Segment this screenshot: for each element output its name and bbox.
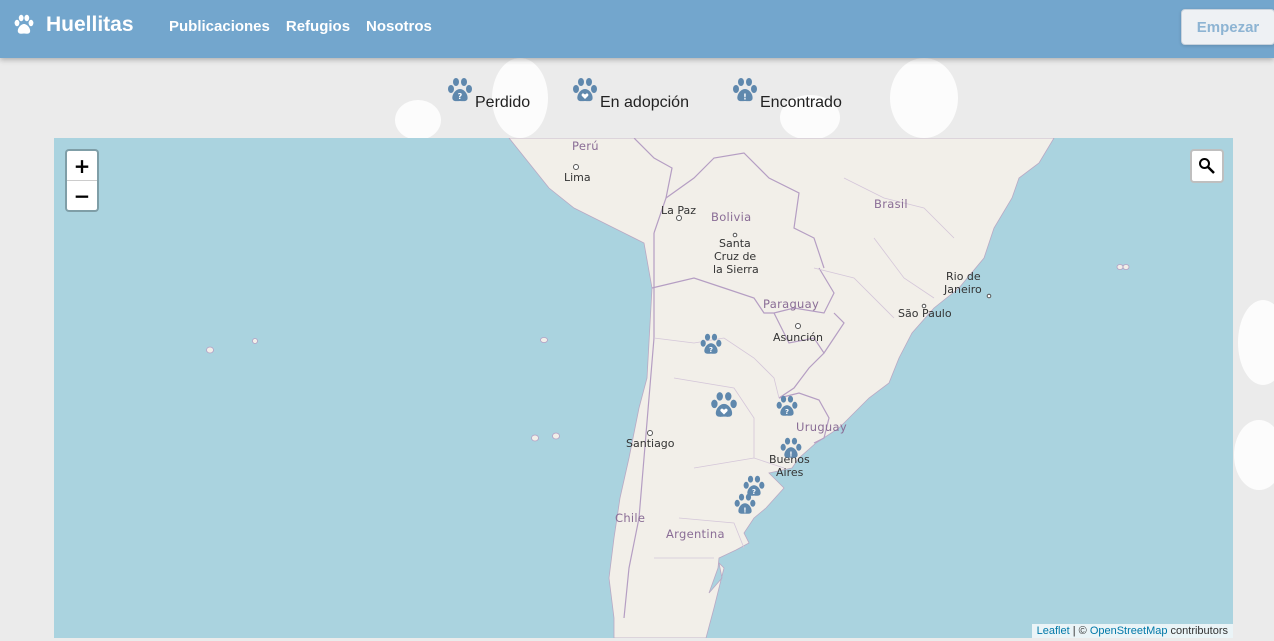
map-label-asuncion: Asunción [773,331,824,344]
magnifier-icon [1199,158,1215,174]
legend-item-en-adopcion: En adopción [570,78,689,112]
map-label-rio-line2: Janeiro [944,283,982,296]
brand-name: Huellitas [46,13,134,36]
nav-links: Publicaciones Refugios Nosotros [169,18,432,35]
map-label-bolivia: Bolivia [711,210,752,224]
map-label-argentina: Argentina [666,527,725,541]
attribution-suffix: contributors [1167,625,1228,637]
nav-link-nosotros[interactable]: Nosotros [366,18,432,35]
marker-perdido[interactable]: ? [774,394,800,420]
city-dot [986,293,992,299]
svg-text:?: ? [785,408,789,416]
svg-text:!: ! [789,450,792,458]
map-label-santiago: Santiago [626,437,675,450]
map-label-lima: Lima [564,171,591,184]
map-label-peru: Perú [572,139,599,153]
landmass-south-america [508,138,1055,638]
city-dot [795,323,801,329]
legend-label: Encontrado [760,94,842,111]
paw-icon [14,14,34,34]
island [206,346,214,354]
marker-en-adopcion[interactable] [708,390,740,422]
legend-item-perdido: ? Perdido [445,78,531,112]
brand-logo[interactable]: Huellitas [12,13,134,37]
legend-label: En adopción [600,94,689,111]
svg-text:!: ! [743,506,746,514]
island [252,338,258,344]
city-dot [647,430,653,436]
legend-label: Perdido [475,94,531,111]
svg-text:!: ! [743,93,747,102]
zoom-out-button[interactable]: − [67,180,97,210]
map-attribution: Leaflet | © OpenStreetMap contributors [1031,624,1233,638]
marker-legend: ? Perdido En adopción ! Encontrado [0,78,1274,122]
zoom-in-button[interactable]: + [67,151,97,180]
map-label-paraguay: Paraguay [763,297,820,311]
island [540,337,548,343]
background-paw-shape [1234,420,1274,490]
svg-text:?: ? [709,346,713,354]
legend-item-encontrado: ! Encontrado [730,78,842,112]
map-label-la-paz: La Paz [661,204,697,217]
map-label-sao-paulo: São Paulo [898,307,952,320]
map-label-chile: Chile [615,511,646,525]
nav-link-publicaciones[interactable]: Publicaciones [169,18,270,35]
marker-encontrado[interactable]: ! [732,492,758,518]
nav-link-refugios[interactable]: Refugios [286,18,350,35]
map-label-santa-cruz-line3: la Sierra [713,263,759,276]
svg-text:?: ? [458,92,463,101]
leaflet-link[interactable]: Leaflet [1037,625,1070,637]
island [1116,264,1124,270]
map-label-buenos-aires-line2: Aires [776,466,804,479]
paw-question-icon: ? [448,78,472,102]
zoom-control: + − [65,149,99,212]
map-tiles [206,138,1130,638]
island [1122,264,1130,270]
background-paw-shape [1238,300,1274,385]
map-label-rio-line1: Rio de [946,270,981,283]
map-search-button[interactable] [1190,149,1224,183]
paw-exclamation-icon: ! [733,78,757,102]
map-label-uruguay: Uruguay [796,420,847,434]
island [552,432,560,440]
openstreetmap-link[interactable]: OpenStreetMap [1090,625,1168,637]
start-button[interactable]: Empezar [1181,9,1274,45]
marker-perdido[interactable]: ? [698,332,724,358]
paw-heart-icon [573,78,597,102]
island [531,434,539,442]
top-navbar: Huellitas Publicaciones Refugios Nosotro… [0,0,1274,58]
city-dot [573,164,579,170]
map-label-santa-cruz-line1: Santa [719,237,751,250]
map-label-brasil: Brasil [874,197,908,211]
marker-encontrado[interactable]: ! [778,436,804,462]
map-view[interactable]: Perú Lima La Paz Bolivia Santa Cruz de l… [54,138,1233,638]
map-label-santa-cruz-line2: Cruz de [714,250,757,263]
attribution-separator: | © [1069,625,1090,637]
